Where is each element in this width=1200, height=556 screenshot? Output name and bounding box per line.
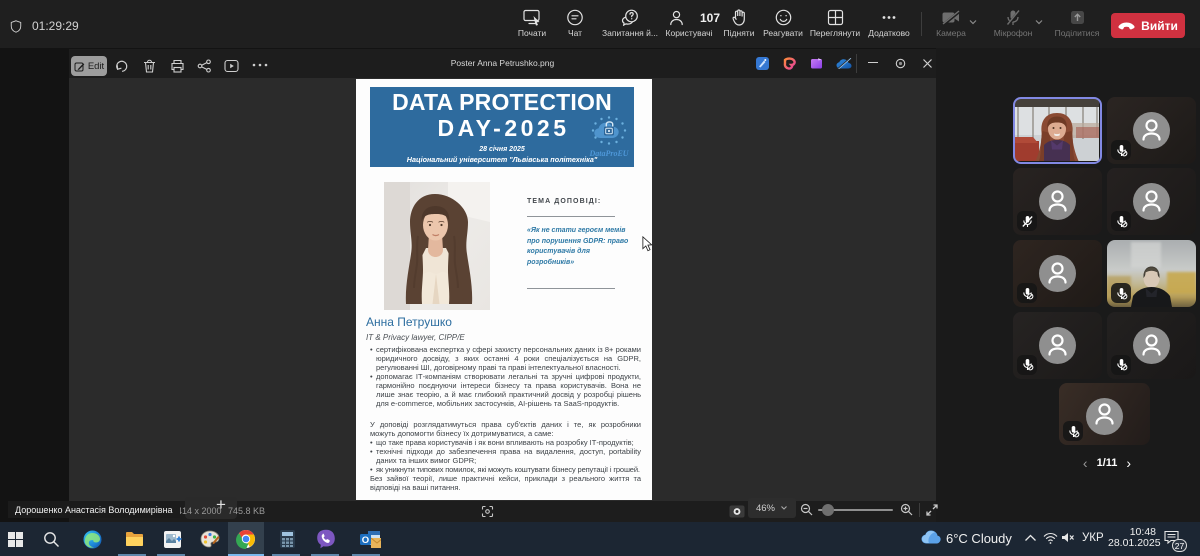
svg-text:O: O [361,535,368,546]
svg-text:DataProEU: DataProEU [588,149,629,158]
